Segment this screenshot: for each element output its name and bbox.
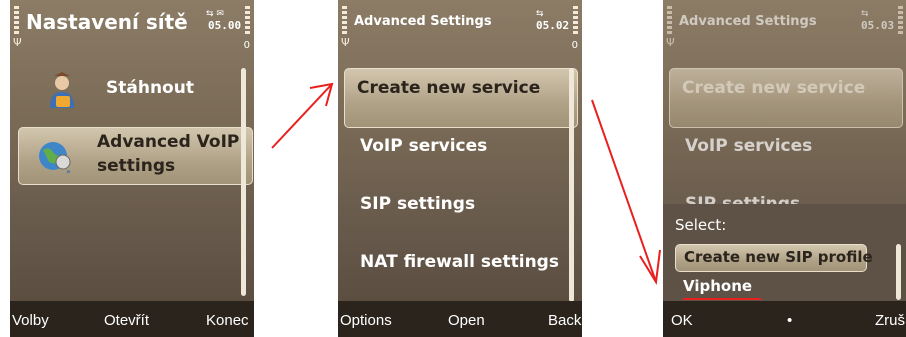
antenna-icon: Ψ — [666, 36, 675, 49]
list-item-label: Create new service — [682, 78, 866, 98]
list-item-voip-services[interactable]: VoIP services — [344, 126, 576, 182]
softkey-left[interactable]: Options — [340, 312, 392, 329]
connection-mail-indicator-icon: ⇆ ✉ — [206, 9, 224, 19]
list-item-label-line2: settings — [97, 156, 176, 176]
scrollbar[interactable] — [241, 68, 246, 296]
list-item-label-line1: Advanced VoIP — [97, 132, 240, 152]
option-label: Create new SIP profile — [684, 248, 873, 266]
scrollbar[interactable] — [569, 68, 574, 302]
signal-strength-bar — [667, 6, 672, 34]
svg-text:»: » — [66, 167, 71, 176]
status-bar: Ψ Advanced Settings ⇆ 05.02 0 — [338, 0, 582, 51]
signal-strength-bar — [342, 6, 347, 34]
softkey-center[interactable]: Otevřít — [104, 312, 149, 329]
softkey-center[interactable]: Open — [448, 312, 485, 329]
list-item-nat-firewall-settings[interactable]: NAT firewall settings — [344, 242, 576, 298]
viphone-underline — [683, 298, 761, 300]
battery-level: 0 — [571, 40, 578, 51]
list-item-label: Create new service — [357, 78, 541, 98]
phone-screen-network-settings: Ψ Nastavení sítě ⇆ ✉ 05.00 0 Stáhnout » … — [10, 0, 254, 337]
list-item-download[interactable]: Stáhnout — [18, 68, 248, 118]
page-title: Advanced Settings — [354, 14, 492, 29]
phone-screen-select-profile: Ψ Advanced Settings ⇆ 05.03 Create new s… — [663, 0, 906, 337]
connection-indicator-icon: ⇆ — [536, 9, 544, 19]
list-item-voip-services: VoIP services — [669, 126, 901, 182]
status-bar: Ψ Advanced Settings ⇆ 05.03 — [663, 0, 906, 48]
download-person-icon — [50, 72, 74, 108]
battery-bar — [245, 6, 250, 34]
softkey-bar: Volby Otevřít Konec — [10, 301, 254, 337]
list-item-label: VoIP services — [360, 136, 488, 156]
battery-bar — [573, 6, 578, 34]
softkey-left[interactable]: Volby — [12, 312, 49, 329]
list-item-label: VoIP services — [685, 136, 813, 156]
list-item-create-new-service[interactable]: Create new service — [344, 68, 578, 128]
popup-header: Select: — [675, 216, 727, 234]
clock: 05.03 — [861, 19, 895, 32]
softkey-left[interactable]: OK — [671, 312, 693, 329]
annotation-arrow-1 — [271, 82, 334, 149]
page-title: Nastavení sítě — [26, 10, 188, 34]
select-popup: Select: Create new SIP profile Viphone — [663, 204, 906, 305]
softkey-right[interactable]: Konec — [206, 312, 249, 329]
clock: 05.02 — [536, 19, 570, 32]
softkey-right[interactable]: Zruš — [875, 312, 905, 329]
list-item-sip-settings[interactable]: SIP settings — [344, 184, 576, 240]
list-item-label: SIP settings — [360, 194, 476, 214]
battery-level: 0 — [243, 40, 250, 51]
connection-indicator-icon: ⇆ — [861, 9, 869, 19]
globe-phone-icon: » — [39, 142, 71, 176]
option-create-new-sip-profile[interactable]: Create new SIP profile — [675, 244, 873, 272]
list-item-label: NAT firewall settings — [360, 252, 559, 272]
battery-bar — [898, 6, 903, 34]
list-item-create-new-service: Create new service — [669, 68, 903, 128]
option-viphone[interactable]: Viphone — [675, 274, 865, 300]
phone-screen-advanced-settings: Ψ Advanced Settings ⇆ 05.02 0 Create new… — [338, 0, 582, 337]
option-label: Viphone — [683, 277, 753, 295]
antenna-icon: Ψ — [341, 36, 350, 49]
softkey-right[interactable]: Back — [548, 312, 581, 329]
annotation-arrow-2 — [591, 99, 661, 285]
softkey-bar: Options Open Back — [338, 301, 582, 337]
antenna-icon: Ψ — [13, 36, 22, 49]
signal-strength-bar — [14, 6, 19, 34]
status-bar: Ψ Nastavení sítě ⇆ ✉ 05.00 0 — [10, 0, 254, 51]
softkey-bar: OK • Zruš — [663, 301, 906, 337]
list-item-advanced-voip-settings[interactable]: » Advanced VoIP settings — [18, 127, 253, 185]
popup-scrollbar[interactable] — [896, 244, 901, 300]
clock: 05.00 — [208, 19, 242, 32]
softkey-center[interactable]: • — [787, 312, 792, 329]
list-item-label: Stáhnout — [106, 78, 194, 98]
page-title: Advanced Settings — [679, 14, 817, 29]
